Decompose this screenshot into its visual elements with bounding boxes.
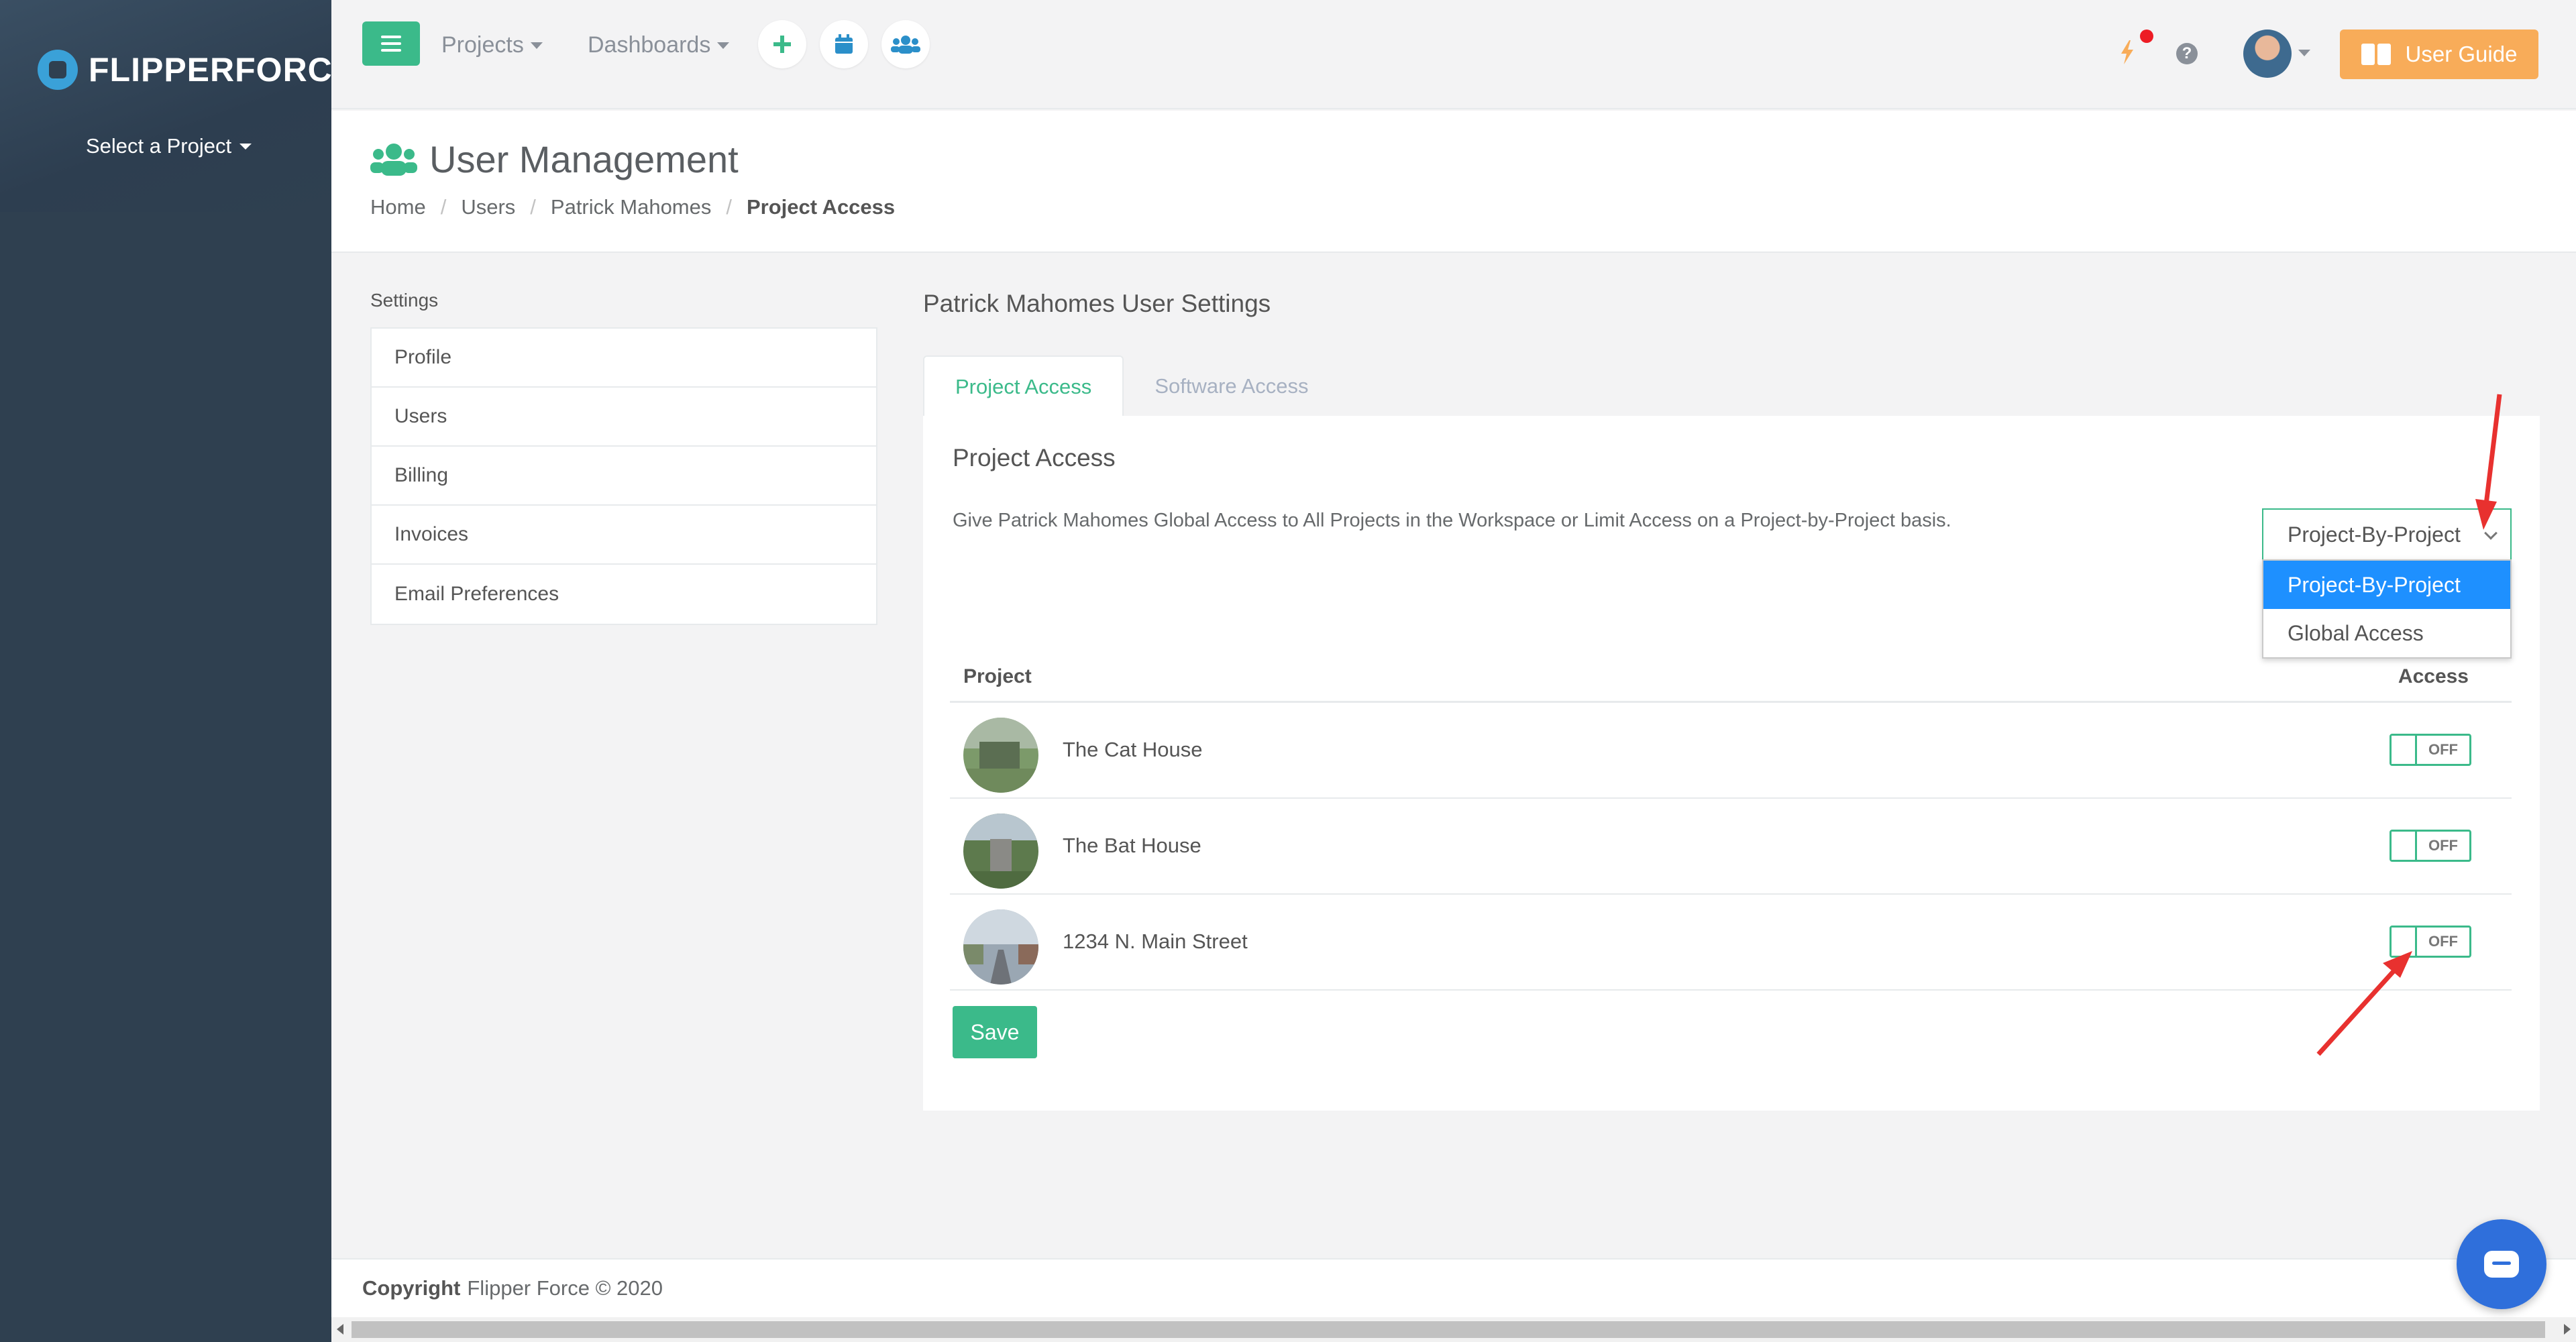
question-icon[interactable]: ?	[2176, 43, 2198, 64]
logo-text: FLIPPERFORCE	[89, 51, 356, 89]
bolt-icon[interactable]	[2120, 40, 2135, 64]
chevron-down-icon	[2484, 526, 2498, 540]
caret-down-icon	[530, 42, 543, 49]
tab-project-access[interactable]: Project Access	[923, 355, 1124, 417]
access-toggle[interactable]: OFF	[2390, 830, 2471, 862]
save-button[interactable]: Save	[953, 1006, 1037, 1058]
caret-down-icon	[717, 42, 730, 49]
settings-item-users[interactable]: Users	[372, 388, 876, 447]
access-toggle[interactable]: OFF	[2390, 926, 2471, 958]
caret-down-icon	[239, 143, 252, 150]
breadcrumb-users[interactable]: Users	[461, 195, 515, 219]
table-row: 1234 N. Main Street OFF	[950, 895, 2512, 991]
calendar-button[interactable]	[820, 20, 868, 68]
toggle-label: OFF	[2428, 933, 2458, 950]
logo-icon	[38, 50, 78, 90]
column-header-project: Project	[963, 665, 1032, 687]
settings-item-email-preferences[interactable]: Email Preferences	[372, 565, 876, 624]
copyright-label: Copyright	[362, 1276, 461, 1300]
access-type-dropdown: Project-By-Project Global Access	[2262, 559, 2512, 659]
toggle-label: OFF	[2428, 741, 2458, 758]
page-title: User Management	[370, 137, 739, 181]
settings-item-profile[interactable]: Profile	[372, 329, 876, 388]
footer: Copyright Flipper Force © 2020	[331, 1258, 2576, 1317]
add-button[interactable]	[758, 20, 806, 68]
breadcrumb-separator: /	[440, 195, 447, 219]
user-settings-title: Patrick Mahomes User Settings	[923, 290, 1271, 317]
breadcrumb: Home / Users / Patrick Mahomes / Project…	[370, 195, 895, 219]
project-name: 1234 N. Main Street	[1063, 930, 1248, 953]
scroll-left-icon[interactable]	[337, 1324, 343, 1335]
option-project-by-project[interactable]: Project-By-Project	[2263, 561, 2510, 609]
sidebar-header: FLIPPERFORCE Select a Project	[0, 0, 355, 212]
scrollbar-thumb[interactable]	[352, 1321, 2545, 1338]
users-icon	[891, 36, 920, 54]
projects-menu[interactable]: Projects	[441, 32, 543, 58]
project-select[interactable]: Select a Project	[86, 134, 252, 158]
logo[interactable]: FLIPPERFORCE	[38, 48, 356, 91]
project-select-label: Select a Project	[86, 134, 232, 158]
toggle-knob	[2392, 736, 2417, 764]
table-row: The Bat House OFF	[950, 799, 2512, 895]
access-toggle[interactable]: OFF	[2390, 734, 2471, 766]
horizontal-scrollbar[interactable]	[331, 1317, 2576, 1342]
settings-item-invoices[interactable]: Invoices	[372, 506, 876, 565]
chat-icon	[2484, 1251, 2519, 1278]
toggle-knob	[2392, 928, 2417, 956]
column-header-access: Access	[2398, 665, 2469, 687]
tab-software-access[interactable]: Software Access	[1124, 355, 1339, 417]
plus-icon	[773, 36, 791, 53]
sidebar: FLIPPERFORCE Select a Project	[0, 0, 355, 1342]
dashboards-menu[interactable]: Dashboards	[588, 32, 730, 58]
breadcrumb-separator: /	[530, 195, 536, 219]
project-access-panel: Project Access Give Patrick Mahomes Glob…	[923, 416, 2540, 1111]
breadcrumb-current: Project Access	[747, 195, 896, 219]
table-row: The Cat House OFF	[950, 703, 2512, 799]
breadcrumb-separator: /	[726, 195, 732, 219]
settings-item-billing[interactable]: Billing	[372, 447, 876, 506]
avatar[interactable]	[2243, 30, 2292, 78]
toggle-knob	[2392, 832, 2417, 860]
toggle-label: OFF	[2428, 837, 2458, 854]
team-button[interactable]	[881, 20, 930, 68]
hamburger-icon	[381, 36, 401, 52]
settings-label: Settings	[370, 290, 439, 311]
project-thumbnail	[963, 909, 1038, 985]
tabs: Project Access Software Access	[923, 355, 1339, 417]
breadcrumb-home[interactable]: Home	[370, 195, 426, 219]
copyright-text: Flipper Force © 2020	[467, 1276, 663, 1300]
project-thumbnail	[963, 718, 1038, 793]
settings-menu: Profile Users Billing Invoices Email Pre…	[370, 327, 877, 625]
access-type-select[interactable]: Project-By-Project	[2262, 508, 2512, 561]
breadcrumb-user[interactable]: Patrick Mahomes	[551, 195, 711, 219]
calendar-icon	[835, 34, 853, 54]
notification-dot	[2140, 30, 2153, 43]
option-global-access[interactable]: Global Access	[2263, 609, 2510, 657]
access-type-value: Project-By-Project	[2288, 522, 2461, 547]
project-name: The Bat House	[1063, 834, 1201, 857]
caret-down-icon[interactable]	[2298, 50, 2310, 56]
page-header: User Management Home / Users / Patrick M…	[331, 111, 2576, 253]
project-name: The Cat House	[1063, 738, 1203, 761]
topbar: Projects Dashboards	[331, 0, 2576, 109]
projects-menu-label: Projects	[441, 32, 524, 58]
user-guide-button[interactable]: User Guide	[2340, 30, 2538, 79]
dashboards-menu-label: Dashboards	[588, 32, 711, 58]
book-icon	[2361, 44, 2391, 65]
scroll-right-icon[interactable]	[2564, 1324, 2571, 1335]
project-thumbnail	[963, 814, 1038, 889]
panel-description: Give Patrick Mahomes Global Access to Al…	[953, 510, 1951, 531]
page-title-text: User Management	[429, 138, 739, 180]
user-guide-label: User Guide	[2405, 42, 2518, 66]
hamburger-menu-button[interactable]	[362, 21, 420, 66]
chat-button[interactable]	[2457, 1219, 2546, 1309]
users-icon	[370, 143, 417, 176]
panel-title: Project Access	[953, 444, 1116, 471]
